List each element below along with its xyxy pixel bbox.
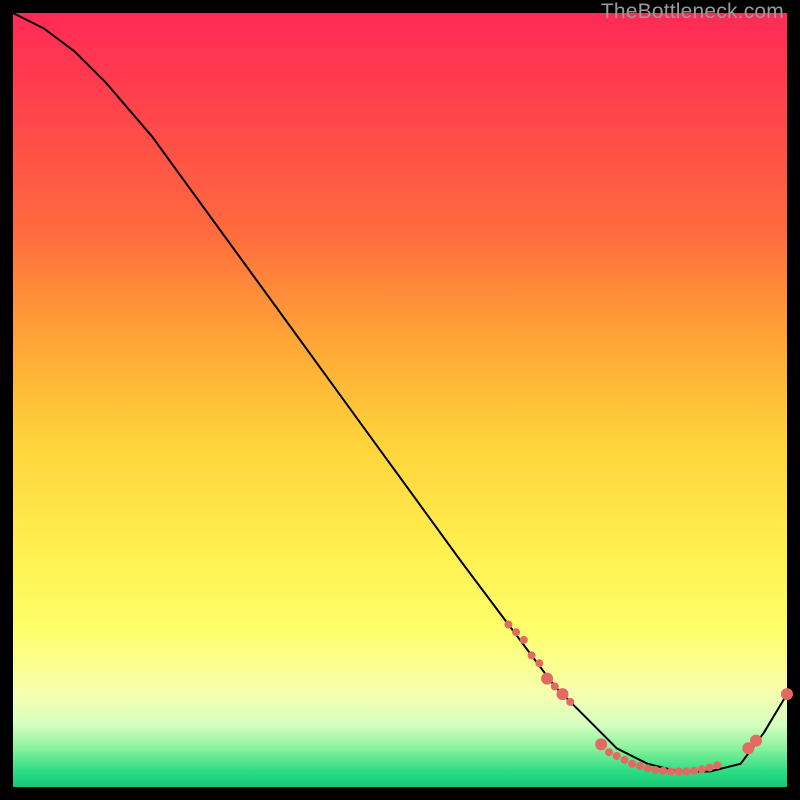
highlight-marker <box>628 760 636 768</box>
highlight-marker <box>659 767 667 775</box>
highlight-marker <box>667 768 675 776</box>
highlight-marker <box>512 628 520 636</box>
highlight-marker <box>713 761 721 769</box>
highlight-marker <box>644 764 652 772</box>
highlight-marker <box>781 688 793 700</box>
highlight-marker <box>520 636 528 644</box>
highlight-marker <box>528 651 536 659</box>
highlight-marker <box>698 765 706 773</box>
highlight-marker <box>535 659 543 667</box>
plot-area <box>13 13 787 787</box>
highlight-marker <box>566 698 574 706</box>
highlight-marker <box>690 767 698 775</box>
chart-stage: TheBottleneck.com <box>0 0 800 800</box>
highlight-marker <box>613 752 621 760</box>
watermark-text: TheBottleneck.com <box>601 0 784 24</box>
highlight-marker <box>551 682 559 690</box>
highlight-marker <box>675 768 683 776</box>
chart-svg <box>13 13 787 787</box>
highlight-marker <box>621 756 629 764</box>
highlight-marker <box>636 762 644 770</box>
highlight-marker <box>651 766 659 774</box>
highlight-marker <box>682 768 690 776</box>
highlight-marker <box>750 735 762 747</box>
highlight-marker <box>541 673 553 685</box>
bottleneck-curve-path <box>13 13 787 772</box>
highlight-marker <box>595 738 607 750</box>
highlight-marker <box>504 621 512 629</box>
highlight-marker <box>605 748 613 756</box>
highlight-marker <box>706 764 714 772</box>
highlight-marker-group <box>504 621 793 776</box>
highlight-marker <box>557 688 569 700</box>
